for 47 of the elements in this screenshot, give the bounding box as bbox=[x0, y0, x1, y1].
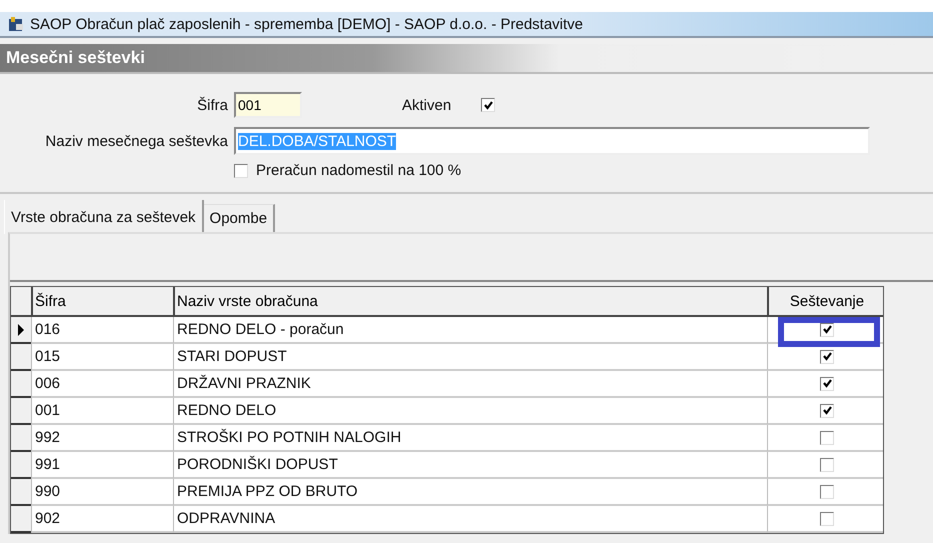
table-cell: PORODNIŠKI DOPUST bbox=[173, 452, 767, 479]
row-indicator[interactable] bbox=[11, 479, 31, 506]
window-title: SAOP Obračun plač zaposlenih - sprememba [DEMO] - SAOP d.o.o. - Predstavitve bbox=[30, 16, 584, 32]
row-checkbox[interactable] bbox=[820, 458, 834, 472]
table-cell: 991 bbox=[31, 452, 173, 479]
row-indicator[interactable] bbox=[11, 452, 31, 479]
table-cell: 990 bbox=[31, 479, 173, 506]
row-checkbox[interactable] bbox=[820, 512, 834, 526]
row-indicator[interactable] bbox=[11, 344, 31, 371]
tab[interactable]: Opombe bbox=[204, 204, 276, 232]
row-checkbox[interactable] bbox=[820, 484, 834, 498]
code-label: Šifra bbox=[196, 96, 228, 114]
recalc-label: Preračun nadomestil na 100 % bbox=[256, 162, 462, 179]
table-cell: 992 bbox=[31, 425, 173, 452]
table-cell: REDNO DELO bbox=[173, 398, 767, 425]
table-cell: STARI DOPUST bbox=[173, 344, 767, 371]
table-cell: 015 bbox=[31, 344, 173, 371]
table-cell: 001 bbox=[31, 398, 173, 425]
table-cell: STROŠKI PO POTNIH NALOGIH bbox=[173, 425, 767, 452]
table-cell: ODPRAVNINA bbox=[173, 506, 767, 533]
table-cell: 006 bbox=[31, 371, 173, 398]
tab[interactable]: Vrste obračuna za seštevek bbox=[4, 200, 204, 234]
name-label: Naziv mesečnega seštevka bbox=[44, 132, 228, 150]
app-icon bbox=[8, 16, 24, 32]
table-cell: REDNO DELO - poračun bbox=[173, 317, 767, 344]
row-checkbox[interactable] bbox=[820, 376, 834, 390]
row-checkbox[interactable] bbox=[820, 430, 834, 444]
row-indicator[interactable] bbox=[11, 371, 31, 398]
recalc-checkbox[interactable] bbox=[234, 164, 248, 178]
row-indicator[interactable] bbox=[11, 398, 31, 425]
active-label: Aktiven bbox=[402, 96, 452, 114]
table-cell: 902 bbox=[31, 506, 173, 533]
row-checkbox[interactable] bbox=[820, 404, 834, 418]
row-indicator[interactable] bbox=[11, 317, 31, 344]
panel-title: Mesečni seštevki bbox=[6, 48, 145, 68]
table-cell: PREMIJA PPZ OD BRUTO bbox=[173, 479, 767, 506]
column-header[interactable]: Šifra bbox=[31, 287, 173, 315]
row-checkbox[interactable] bbox=[820, 350, 834, 364]
column-header[interactable]: Seštevanje bbox=[767, 287, 883, 315]
row-indicator[interactable] bbox=[11, 425, 31, 452]
row-checkbox[interactable] bbox=[820, 322, 834, 336]
column-header[interactable]: Naziv vrste obračuna bbox=[173, 287, 767, 315]
table-cell: DRŽAVNI PRAZNIK bbox=[173, 371, 767, 398]
code-field[interactable]: 001 bbox=[234, 92, 302, 118]
active-checkbox[interactable] bbox=[481, 98, 496, 112]
table-cell: 016 bbox=[31, 317, 173, 344]
row-indicator[interactable] bbox=[11, 506, 31, 533]
